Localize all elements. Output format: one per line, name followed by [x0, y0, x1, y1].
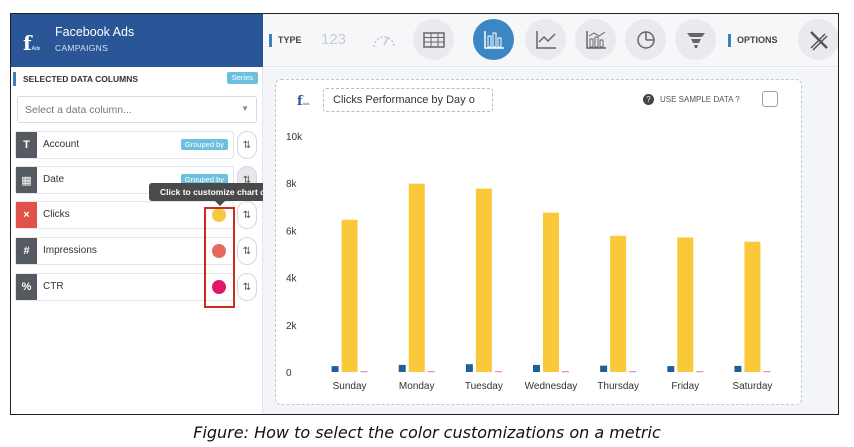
bar-chart: 0 2k 4k 6k 8k 10k Sunday Monday Tuesday Wednesday…	[286, 132, 772, 392]
sort-icon: ⇅	[242, 281, 252, 293]
type-label: TYPE	[269, 34, 302, 47]
bar-thursday-series-1	[600, 365, 608, 372]
selected-columns-label: SELECTED DATA COLUMNS	[23, 74, 139, 84]
pie-chart-icon	[636, 30, 655, 49]
bar-chart-icon	[483, 30, 504, 49]
chart-type-toolbar: TYPE 123 OPTIONS	[263, 14, 838, 67]
x-tick-label: Tuesday	[465, 381, 503, 392]
app-header: fAds Facebook Ads CAMPAIGNS	[11, 14, 263, 67]
column-label: Impressions	[43, 245, 97, 256]
caret-down-icon: ▼	[241, 104, 249, 113]
column-select-placeholder: Select a data column...	[25, 104, 132, 116]
funnel-chart-button[interactable]	[675, 19, 716, 60]
y-tick-label: 4k	[286, 274, 298, 285]
pie-chart-button[interactable]	[625, 19, 666, 60]
bar-sunday-series-2	[341, 219, 358, 372]
sort-icon: ⇅	[242, 209, 252, 221]
bar-sunday-series-3	[360, 371, 368, 373]
sort-icon: ⇅	[242, 245, 252, 257]
chart-area: fAds Clicks Performance by Day o ? USE SA…	[263, 68, 838, 414]
x-tick-label: Wednesday	[525, 381, 578, 392]
bar-saturday-series-1	[734, 365, 742, 372]
table-chart-button[interactable]	[413, 19, 454, 60]
bar-friday-series-2	[677, 237, 694, 372]
column-row-ctr[interactable]: % CTR	[15, 273, 234, 301]
sort-button[interactable]: ⇅	[237, 237, 257, 265]
percent-type-icon: %	[16, 274, 37, 300]
app-subtitle: CAMPAIGNS	[55, 43, 109, 53]
column-label: CTR	[43, 281, 64, 292]
combo-chart-icon	[585, 30, 606, 49]
column-label: Date	[43, 174, 65, 185]
text-type-icon: T	[16, 132, 37, 158]
bar-thursday-series-2	[610, 235, 627, 372]
gauge-chart-button[interactable]	[363, 19, 404, 60]
x-tick-label: Sunday	[333, 381, 367, 392]
options-button[interactable]	[798, 19, 838, 60]
app-title: Facebook Ads	[55, 25, 135, 39]
bar-monday-series-1	[398, 364, 406, 372]
column-label: Clicks	[43, 209, 70, 220]
selected-columns-header: SELECTED DATA COLUMNS Series	[13, 72, 258, 86]
facebook-ads-logo: fAds	[23, 31, 41, 55]
gauge-icon	[372, 35, 395, 47]
grouped-by-badge: Grouped by	[180, 139, 228, 150]
table-icon	[422, 31, 445, 48]
chart-card: fAds Clicks Performance by Day o ? USE SA…	[275, 79, 802, 405]
y-tick-label: 2k	[286, 321, 298, 332]
bar-friday-series-3	[696, 371, 704, 373]
bar-wednesday-series-2	[543, 212, 559, 372]
number-chart-button[interactable]: 123	[313, 19, 354, 60]
column-row-clicks[interactable]: × Clicks	[15, 201, 234, 229]
bar-thursday-series-3	[629, 371, 637, 373]
series-badge: Series	[226, 72, 258, 84]
column-row-account[interactable]: T Account Grouped by	[15, 131, 234, 159]
wrench-pencil-icon	[809, 30, 828, 51]
y-tick-label: 10k	[286, 132, 303, 143]
sort-icon: ⇅	[242, 139, 252, 151]
highlight-box	[204, 207, 235, 308]
funnel-icon	[686, 32, 705, 48]
x-tick-label: Saturday	[732, 381, 772, 392]
line-chart-icon	[535, 30, 556, 49]
bar-wednesday-series-1	[533, 364, 540, 372]
sort-button[interactable]: ⇅	[237, 201, 257, 229]
y-tick-label: 0	[286, 368, 292, 379]
sort-button[interactable]: ⇅	[237, 273, 257, 301]
bar-sunday-series-1	[331, 366, 339, 372]
column-row-impressions[interactable]: # Impressions	[15, 237, 234, 265]
bar-saturday-series-2	[744, 241, 761, 372]
x-tick-label: Monday	[399, 381, 435, 392]
bar-chart-button[interactable]	[473, 19, 514, 60]
bar-saturday-series-3	[763, 371, 771, 373]
line-chart-button[interactable]	[525, 19, 566, 60]
left-panel: fAds Facebook Ads CAMPAIGNS SELECTED DAT…	[11, 14, 292, 414]
column-select[interactable]: Select a data column... ▼	[17, 96, 257, 123]
options-label: OPTIONS	[728, 34, 778, 47]
app-window: fAds Facebook Ads CAMPAIGNS SELECTED DAT…	[10, 13, 839, 415]
number-icon: 123	[320, 31, 347, 48]
bar-monday-series-3	[427, 371, 435, 373]
bar-wednesday-series-3	[562, 371, 569, 373]
x-tick-label: Thursday	[597, 381, 639, 392]
bar-monday-series-2	[408, 183, 425, 372]
bar-friday-series-1	[667, 366, 675, 372]
combo-chart-button[interactable]	[575, 19, 616, 60]
bar-tuesday-series-1	[465, 364, 473, 372]
y-tick-label: 8k	[286, 179, 298, 190]
x-tick-label: Friday	[671, 381, 699, 392]
column-label: Account	[43, 139, 80, 150]
remove-icon: ×	[16, 202, 37, 228]
bar-tuesday-series-3	[494, 371, 502, 373]
bar-tuesday-series-2	[475, 188, 492, 372]
sort-button[interactable]: ⇅	[237, 131, 257, 159]
number-type-icon: #	[16, 238, 37, 264]
figure-caption: Figure: How to select the color customiz…	[193, 423, 661, 442]
y-tick-label: 6k	[286, 226, 298, 237]
calendar-icon: ▦	[16, 167, 37, 193]
